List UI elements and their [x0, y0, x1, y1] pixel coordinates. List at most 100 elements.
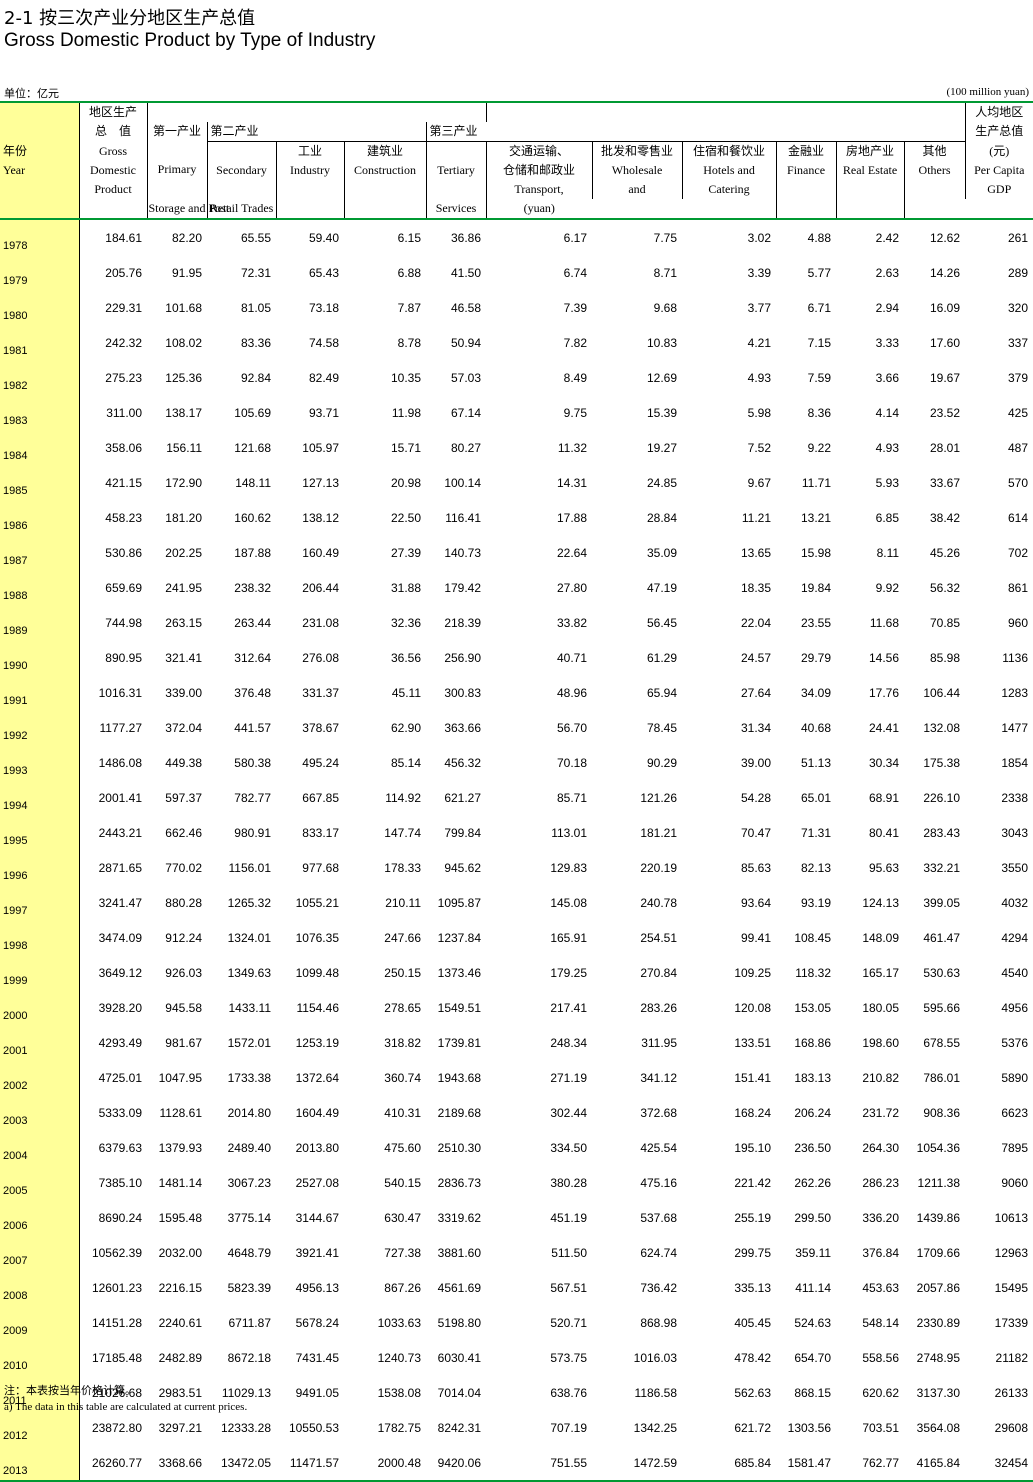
cell-tertiary: 9420.06: [426, 1445, 487, 1482]
header-construction-cn: 建筑业: [343, 141, 426, 161]
cell-construction: 31.88: [390, 580, 421, 595]
cell-others: 56.32: [930, 580, 961, 595]
cell-industry: 5678.24: [295, 1315, 339, 1330]
cell-transport: 17.88: [557, 510, 588, 525]
cell-year: 1990: [0, 640, 80, 675]
cell-per-capita-gdp: 861: [1008, 580, 1029, 595]
cell-primary: 91.95: [171, 265, 202, 280]
header-gdp-en1: Gross: [78, 141, 147, 161]
cell-finance: 71.31: [801, 825, 832, 840]
cell-gdp: 421.15: [105, 475, 142, 490]
cell-construction: 410.31: [384, 1105, 421, 1120]
cell-primary: 125.36: [165, 370, 202, 385]
table-row: 2009 14151.28 2240.61 6711.87 5678.24 1033.63…: [0, 1305, 1033, 1340]
cell-industry: 160.49: [302, 545, 339, 560]
cell-transport: 113.01: [551, 825, 588, 840]
cell-wholesale: 240.78: [640, 895, 678, 910]
cell-per-capita-gdp: 1854: [1001, 755, 1029, 770]
cell-construction: 247.66: [384, 930, 421, 945]
cell-transport: 334.50: [550, 1140, 588, 1155]
cell-year: 2005: [0, 1165, 80, 1200]
cell-transport: 6.74: [563, 265, 588, 280]
cell-year: 2003: [0, 1095, 80, 1130]
cell-year: 1995: [0, 815, 80, 850]
cell-others: 132.08: [923, 720, 961, 735]
cell-wholesale: 90.29: [647, 755, 678, 770]
cell-gdp: 5333.09: [98, 1105, 142, 1120]
cell-construction: 210.11: [385, 895, 421, 910]
cell-industry: 73.18: [308, 300, 339, 315]
cell-primary: 172.90: [165, 475, 202, 490]
cell-wholesale: 65.94: [647, 685, 678, 700]
cell-secondary: 81.05: [240, 300, 271, 315]
cell-construction: 1240.73: [377, 1350, 421, 1365]
cell-secondary: 580.38: [234, 755, 271, 770]
cell-per-capita-gdp: 337: [1008, 335, 1029, 350]
cell-primary: 597.37: [165, 790, 202, 805]
cell-finance: 7.59: [807, 370, 832, 385]
header-transport-en1: Transport,: [485, 180, 593, 199]
cell-year: 2008: [0, 1270, 80, 1305]
cell-finance: 108.45: [794, 930, 832, 945]
unit-label-cn: 单位：亿元: [4, 87, 59, 100]
cell-per-capita-gdp: 379: [1008, 370, 1029, 385]
cell-per-capita-gdp: 10613: [994, 1210, 1029, 1225]
cell-hotels: 27.64: [741, 685, 772, 700]
cell-finance: 8.36: [807, 405, 832, 420]
cell-construction: 727.38: [384, 1245, 421, 1260]
cell-finance: 82.13: [801, 860, 832, 875]
header-industry-cn: 工业: [275, 141, 344, 161]
cell-transport: 48.96: [557, 685, 588, 700]
cell-realestate: 17.76: [869, 685, 900, 700]
cell-wholesale: 1016.03: [633, 1350, 678, 1365]
cell-hotels: 9.67: [747, 475, 772, 490]
cell-realestate: 198.60: [862, 1035, 900, 1050]
cell-construction: 1782.75: [377, 1420, 421, 1435]
cell-realestate: 24.41: [869, 720, 900, 735]
cell-tertiary: 256.90: [444, 650, 482, 665]
cell-wholesale: 1472.59: [592, 1445, 683, 1482]
cell-year: 1991: [0, 675, 80, 710]
cell-gdp: 2443.21: [98, 825, 142, 840]
cell-secondary: 83.36: [240, 335, 271, 350]
cell-industry: 1604.49: [295, 1105, 339, 1120]
cell-industry: 127.13: [302, 475, 339, 490]
cell-construction: 178.33: [384, 860, 421, 875]
cell-others: 70.85: [930, 615, 961, 630]
table-row: 2007 10562.39 2032.00 4648.79 3921.41 727.38 3…: [0, 1235, 1033, 1270]
cell-gdp: 530.86: [105, 545, 142, 560]
cell-realestate: 80.41: [869, 825, 900, 840]
cell-finance: 118.32: [795, 965, 832, 980]
cell-gdp: 184.61: [105, 230, 142, 245]
cell-hotels: 3.39: [747, 265, 772, 280]
cell-realestate: 180.05: [862, 1000, 900, 1015]
header-secondary-cn: 第二产业: [206, 122, 426, 142]
cell-year: 1999: [0, 955, 80, 990]
table-row: 1992 1177.27 372.04 441.57 378.67 62.90 363.66…: [0, 710, 1033, 745]
cell-year: 2009: [0, 1305, 80, 1340]
table-row: 1978 184.61 82.20 65.55 59.40 6.15 36.86 6.17 7.…: [0, 219, 1033, 255]
cell-construction: 6.88: [397, 265, 421, 280]
cell-secondary: 376.48: [234, 685, 271, 700]
cell-primary: 1595.48: [158, 1210, 202, 1225]
header-gdp-en2: Domestic: [78, 161, 147, 180]
cell-gdp: 4725.01: [98, 1070, 142, 1085]
cell-year: 1987: [0, 535, 80, 570]
cell-wholesale: 47.19: [647, 580, 678, 595]
cell-tertiary: 1549.51: [437, 1000, 482, 1015]
cell-hotels: 5.98: [747, 405, 772, 420]
cell-construction: 360.74: [384, 1070, 421, 1085]
table-row: 1983 311.00 138.17 105.69 93.71 11.98 67.14 9.7…: [0, 395, 1033, 430]
cell-gdp: 14151.28: [91, 1315, 142, 1330]
cell-secondary: 92.84: [240, 370, 271, 385]
cell-gdp: 242.32: [105, 335, 142, 350]
header-hotels-en2: Catering: [681, 180, 777, 199]
cell-transport: 217.41: [550, 1000, 588, 1015]
cell-realestate: 376.84: [862, 1245, 900, 1260]
cell-secondary: 5823.39: [227, 1280, 271, 1295]
cell-secondary: 441.57: [234, 720, 271, 735]
cell-construction: 32.36: [390, 615, 421, 630]
cell-per-capita-gdp: 3550: [1001, 860, 1029, 875]
cell-transport: 7.39: [563, 300, 588, 315]
header-top-spacer-2: [485, 101, 966, 122]
